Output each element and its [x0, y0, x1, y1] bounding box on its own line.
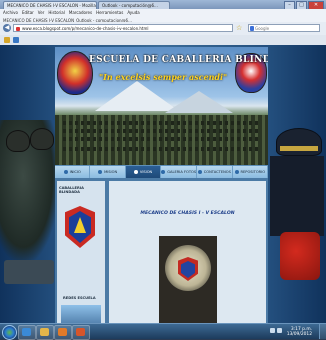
- site-motto: "In excelsis semper ascendi": [99, 72, 228, 82]
- nav-mision[interactable]: MISION: [90, 166, 126, 178]
- menu-editar[interactable]: Editar: [22, 10, 34, 15]
- mountain-image: [165, 91, 233, 113]
- browser-tab-outlook[interactable]: Outlook - computación@6...: [98, 1, 170, 9]
- nav-inicio[interactable]: INICIO: [55, 166, 91, 178]
- nav-vision[interactable]: VISION: [125, 166, 162, 178]
- google-icon: [250, 26, 254, 31]
- menu-archivo[interactable]: Archivo: [3, 10, 18, 15]
- vehicle-image: [4, 260, 54, 284]
- site-title: ESCUELA DE CABALLERIA BLINDADA: [89, 55, 268, 65]
- nav-bullet-icon: [63, 170, 68, 174]
- red-cloth-image: [280, 232, 320, 280]
- sidebar-image[interactable]: [61, 305, 101, 323]
- site-nav: INICIO MISION VISION GALERIA FOTOS CONTA…: [55, 165, 268, 179]
- url-input[interactable]: www.esca.blogspot.com/p/mecanico-de-chas…: [13, 24, 233, 32]
- nav-galeria-fotos[interactable]: GALERIA FOTOS: [161, 166, 198, 178]
- bookmark-star-icon[interactable]: ☆: [236, 24, 242, 32]
- school-crest-left: [57, 51, 93, 95]
- show-desktop-button[interactable]: [319, 324, 326, 339]
- nav-bullet-icon: [161, 170, 166, 174]
- nav-label: MISION: [104, 170, 118, 174]
- clock[interactable]: 3:17 p.m. 13/09/2012: [287, 327, 312, 337]
- nav-label: REPOSITORIO: [240, 170, 266, 174]
- site-banner: ESCUELA DE CABALLERIA BLINDADA "In excel…: [55, 47, 268, 165]
- taskbar: 3:17 p.m. 13/09/2012: [0, 323, 326, 340]
- nav-label: INICIO: [69, 170, 81, 174]
- nav-label: GALERIA FOTOS: [167, 170, 197, 174]
- nav-bullet-icon: [197, 170, 202, 174]
- menu-ayuda[interactable]: Ayuda: [127, 10, 139, 15]
- nav-contactenos[interactable]: CONTACTENOS: [197, 166, 233, 178]
- back-arrow-icon[interactable]: ◀: [3, 24, 11, 32]
- menu-marcadores[interactable]: Marcadores: [69, 10, 92, 15]
- page-body: CABALLERIA BLINDADA REDES ESCUELA MECANI…: [55, 178, 268, 323]
- nav-bullet-icon: [234, 170, 239, 174]
- network-icon[interactable]: [270, 328, 275, 333]
- firefox-icon: [76, 328, 85, 336]
- folder-icon: [40, 328, 49, 336]
- menu-bar: Archivo Editar Ver Historial Marcadores …: [0, 9, 326, 23]
- bookmark-icon[interactable]: [4, 37, 10, 43]
- menu-herramientas[interactable]: Herramientas: [96, 10, 123, 15]
- tank-formation-image: [55, 115, 268, 165]
- search-input[interactable]: Google: [248, 24, 320, 32]
- nav-repositorio[interactable]: REPOSITORIO: [233, 166, 268, 178]
- cap-band: [280, 146, 318, 151]
- menu-ver[interactable]: Ver: [38, 10, 45, 15]
- clock-date: 13/09/2012: [286, 332, 312, 337]
- officer-cap-image: [276, 128, 322, 156]
- site-favicon-icon: [16, 27, 20, 31]
- nav-label: CONTACTENOS: [203, 170, 231, 174]
- site-content: ESCUELA DE CABALLERIA BLINDADA "In excel…: [55, 47, 268, 323]
- address-bar: ◀ www.esca.blogspot.com/p/mecanico-de-ch…: [0, 22, 326, 36]
- bookmark-icon[interactable]: [13, 37, 19, 43]
- search-placeholder: Google: [255, 26, 270, 31]
- helmet-image: [30, 128, 54, 150]
- nav-bullet-icon: [98, 170, 103, 174]
- helmet-image: [6, 130, 30, 152]
- browser-tab-active[interactable]: MECANICO DE CHASIS I-V ESCALON - Mozilla…: [3, 1, 97, 9]
- page-title: MECANICO DE CHASIS I - V ESCALON: [140, 211, 235, 216]
- url-text: www.esca.blogspot.com/p/mecanico-de-chas…: [22, 26, 149, 31]
- ie-icon: [22, 328, 31, 336]
- browser-titlebar: MECANICO DE CHASIS I-V ESCALON - Mozilla…: [0, 0, 326, 10]
- sidebar-title: CABALLERIA BLINDADA: [59, 186, 84, 194]
- sidebar-title-2: REDES ESCUELA: [63, 296, 96, 300]
- menu-historial[interactable]: Historial: [48, 10, 65, 15]
- uniform-image: [270, 156, 324, 236]
- system-tray: [270, 328, 282, 333]
- nav-bullet-icon: [133, 170, 138, 174]
- nav-label: VISION: [139, 170, 153, 174]
- main-panel: MECANICO DE CHASIS I - V ESCALON: [109, 181, 266, 323]
- media-player-icon: [58, 328, 67, 336]
- volume-icon[interactable]: [277, 328, 282, 333]
- sidebar: CABALLERIA BLINDADA REDES ESCUELA: [57, 181, 105, 323]
